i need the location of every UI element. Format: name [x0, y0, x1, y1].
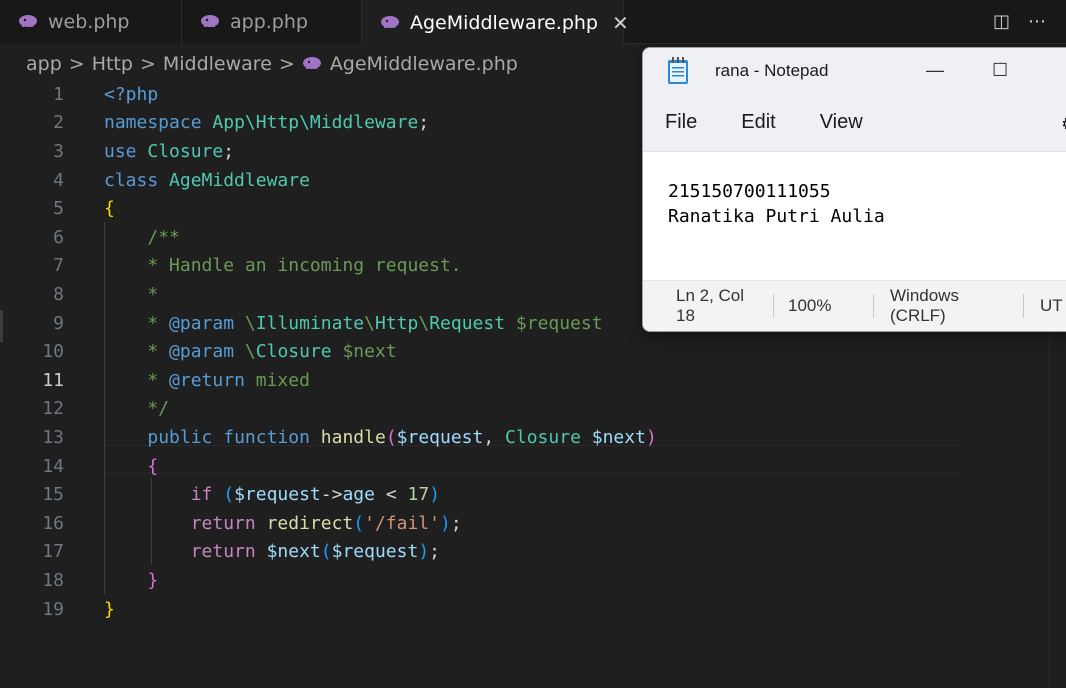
php-elephant-icon [302, 53, 322, 75]
line-ending: Windows (CRLF) [874, 286, 1024, 325]
maximize-button[interactable]: ☐ [992, 60, 1008, 81]
code-line: 10 * @param \Closure $next [42, 341, 397, 363]
minimize-button[interactable]: — [926, 60, 944, 81]
breadcrumb-item[interactable]: Middleware [163, 53, 272, 75]
menu-file[interactable]: File [665, 111, 697, 134]
php-elephant-icon [200, 11, 220, 33]
code-line: 13 public function handle($request, Clos… [42, 426, 657, 448]
breadcrumb-separator: > [278, 53, 295, 75]
code-line: 16 return redirect('/fail'); [42, 512, 462, 534]
encoding: UT [1040, 295, 1063, 315]
text-line: Ranatika Putri Aulia [668, 206, 885, 227]
php-elephant-icon [18, 11, 38, 33]
breadcrumb-separator: > [68, 53, 85, 75]
code-line: 14 { [42, 455, 159, 477]
menu-edit[interactable]: Edit [741, 111, 775, 134]
zoom-level: 100% [774, 293, 874, 318]
code-line: 15 if ($request->age < 17) [42, 484, 441, 506]
more-actions-icon[interactable]: ⋯ [1028, 11, 1046, 32]
tab-bar: web.php app.php AgeMiddleware.php ✕ ◫ ⋯ [0, 0, 1066, 45]
breadcrumb-item[interactable]: AgeMiddleware.php [330, 53, 518, 75]
settings-gear-icon[interactable]: ⚙ [1061, 114, 1066, 135]
tab-web-php[interactable]: web.php [0, 0, 182, 44]
notepad-statusbar: Ln 2, Col 18 100% Windows (CRLF) UT [643, 280, 1066, 330]
tab-label: web.php [48, 11, 130, 33]
code-line: 17 return $next($request); [42, 541, 440, 563]
tab-app-php[interactable]: app.php [182, 0, 362, 44]
breadcrumb-separator: > [139, 53, 156, 75]
tab-agemiddleware-php[interactable]: AgeMiddleware.php ✕ [362, 0, 629, 45]
cursor-position: Ln 2, Col 18 [643, 286, 774, 325]
tab-label: AgeMiddleware.php [410, 12, 598, 34]
code-line: 19} [42, 598, 115, 620]
text-line: 215150700111055 [668, 181, 831, 202]
code-line: 12 */ [42, 398, 170, 420]
notepad-icon [667, 57, 689, 85]
notepad-titlebar[interactable]: rana - Notepad — ☐ [643, 48, 1066, 94]
breadcrumb-item[interactable]: app [26, 53, 62, 75]
tab-label: app.php [230, 11, 308, 33]
notepad-window[interactable]: rana - Notepad — ☐ File Edit View ⚙ 2151… [642, 47, 1066, 332]
php-elephant-icon [380, 12, 400, 34]
menu-view[interactable]: View [820, 111, 863, 134]
code-line: 11 * @return mixed [42, 369, 310, 391]
breadcrumb-item[interactable]: Http [92, 53, 133, 75]
code-line: 18 } [42, 569, 159, 591]
window-title: rana - Notepad [715, 61, 829, 80]
notepad-menubar: File Edit View ⚙ [643, 94, 1066, 152]
editor-actions: ◫ ⋯ [993, 0, 1066, 43]
split-editor-icon[interactable]: ◫ [993, 11, 1010, 32]
notepad-text-area[interactable]: 215150700111055 Ranatika Putri Aulia [643, 152, 1066, 280]
